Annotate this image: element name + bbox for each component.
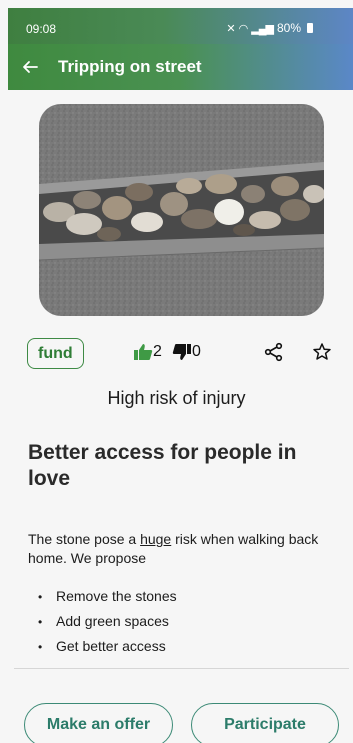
list-item: Add green spaces — [38, 609, 177, 634]
battery-icon — [307, 23, 313, 33]
upvote-button[interactable]: 2 — [133, 343, 162, 361]
wifi-icon: ◠ — [238, 22, 249, 35]
downvote-count: 0 — [192, 343, 201, 360]
star-icon — [313, 343, 331, 360]
proposal-description: The stone pose a huge risk when walking … — [28, 530, 328, 568]
participate-button[interactable]: Participate — [191, 703, 339, 743]
page-title: Tripping on street — [58, 57, 202, 76]
actions-row: fund 2 0 — [0, 338, 353, 370]
favorite-button[interactable] — [312, 342, 332, 362]
thumbs-down-icon — [172, 344, 191, 360]
app-bar: Tripping on street — [8, 44, 353, 90]
upvote-count: 2 — [153, 343, 162, 360]
downvote-button[interactable]: 0 — [172, 343, 201, 361]
mute-icon: ✕ — [226, 22, 235, 35]
list-item: Remove the stones — [38, 584, 177, 609]
back-button[interactable] — [8, 44, 52, 90]
proposal-heading: Better access for people in love — [28, 441, 297, 490]
proposal-list: Remove the stones Add green spaces Get b… — [38, 584, 177, 659]
make-offer-button[interactable]: Make an offer — [24, 703, 173, 743]
divider — [14, 668, 349, 669]
issue-photo — [39, 104, 324, 316]
fund-chip[interactable]: fund — [27, 338, 84, 369]
arrow-left-icon — [23, 61, 38, 73]
share-icon — [264, 342, 283, 362]
signal-icon: ▂▄▆ — [251, 22, 274, 35]
thumbs-up-icon — [134, 344, 153, 360]
risk-label: High risk of injury — [107, 388, 246, 408]
description-part1: The stone pose a — [28, 531, 141, 547]
list-item: Get better access — [38, 634, 177, 659]
status-time: 09:08 — [26, 22, 57, 36]
status-bar: 09:08 ✕ ◠ ▂▄▆ 80% — [8, 8, 353, 44]
battery-percent: 80% — [276, 21, 301, 35]
status-icons: ✕ ◠ ▂▄▆ 80% — [226, 21, 313, 35]
description-highlight: huge — [140, 531, 172, 547]
share-button[interactable] — [264, 342, 284, 362]
